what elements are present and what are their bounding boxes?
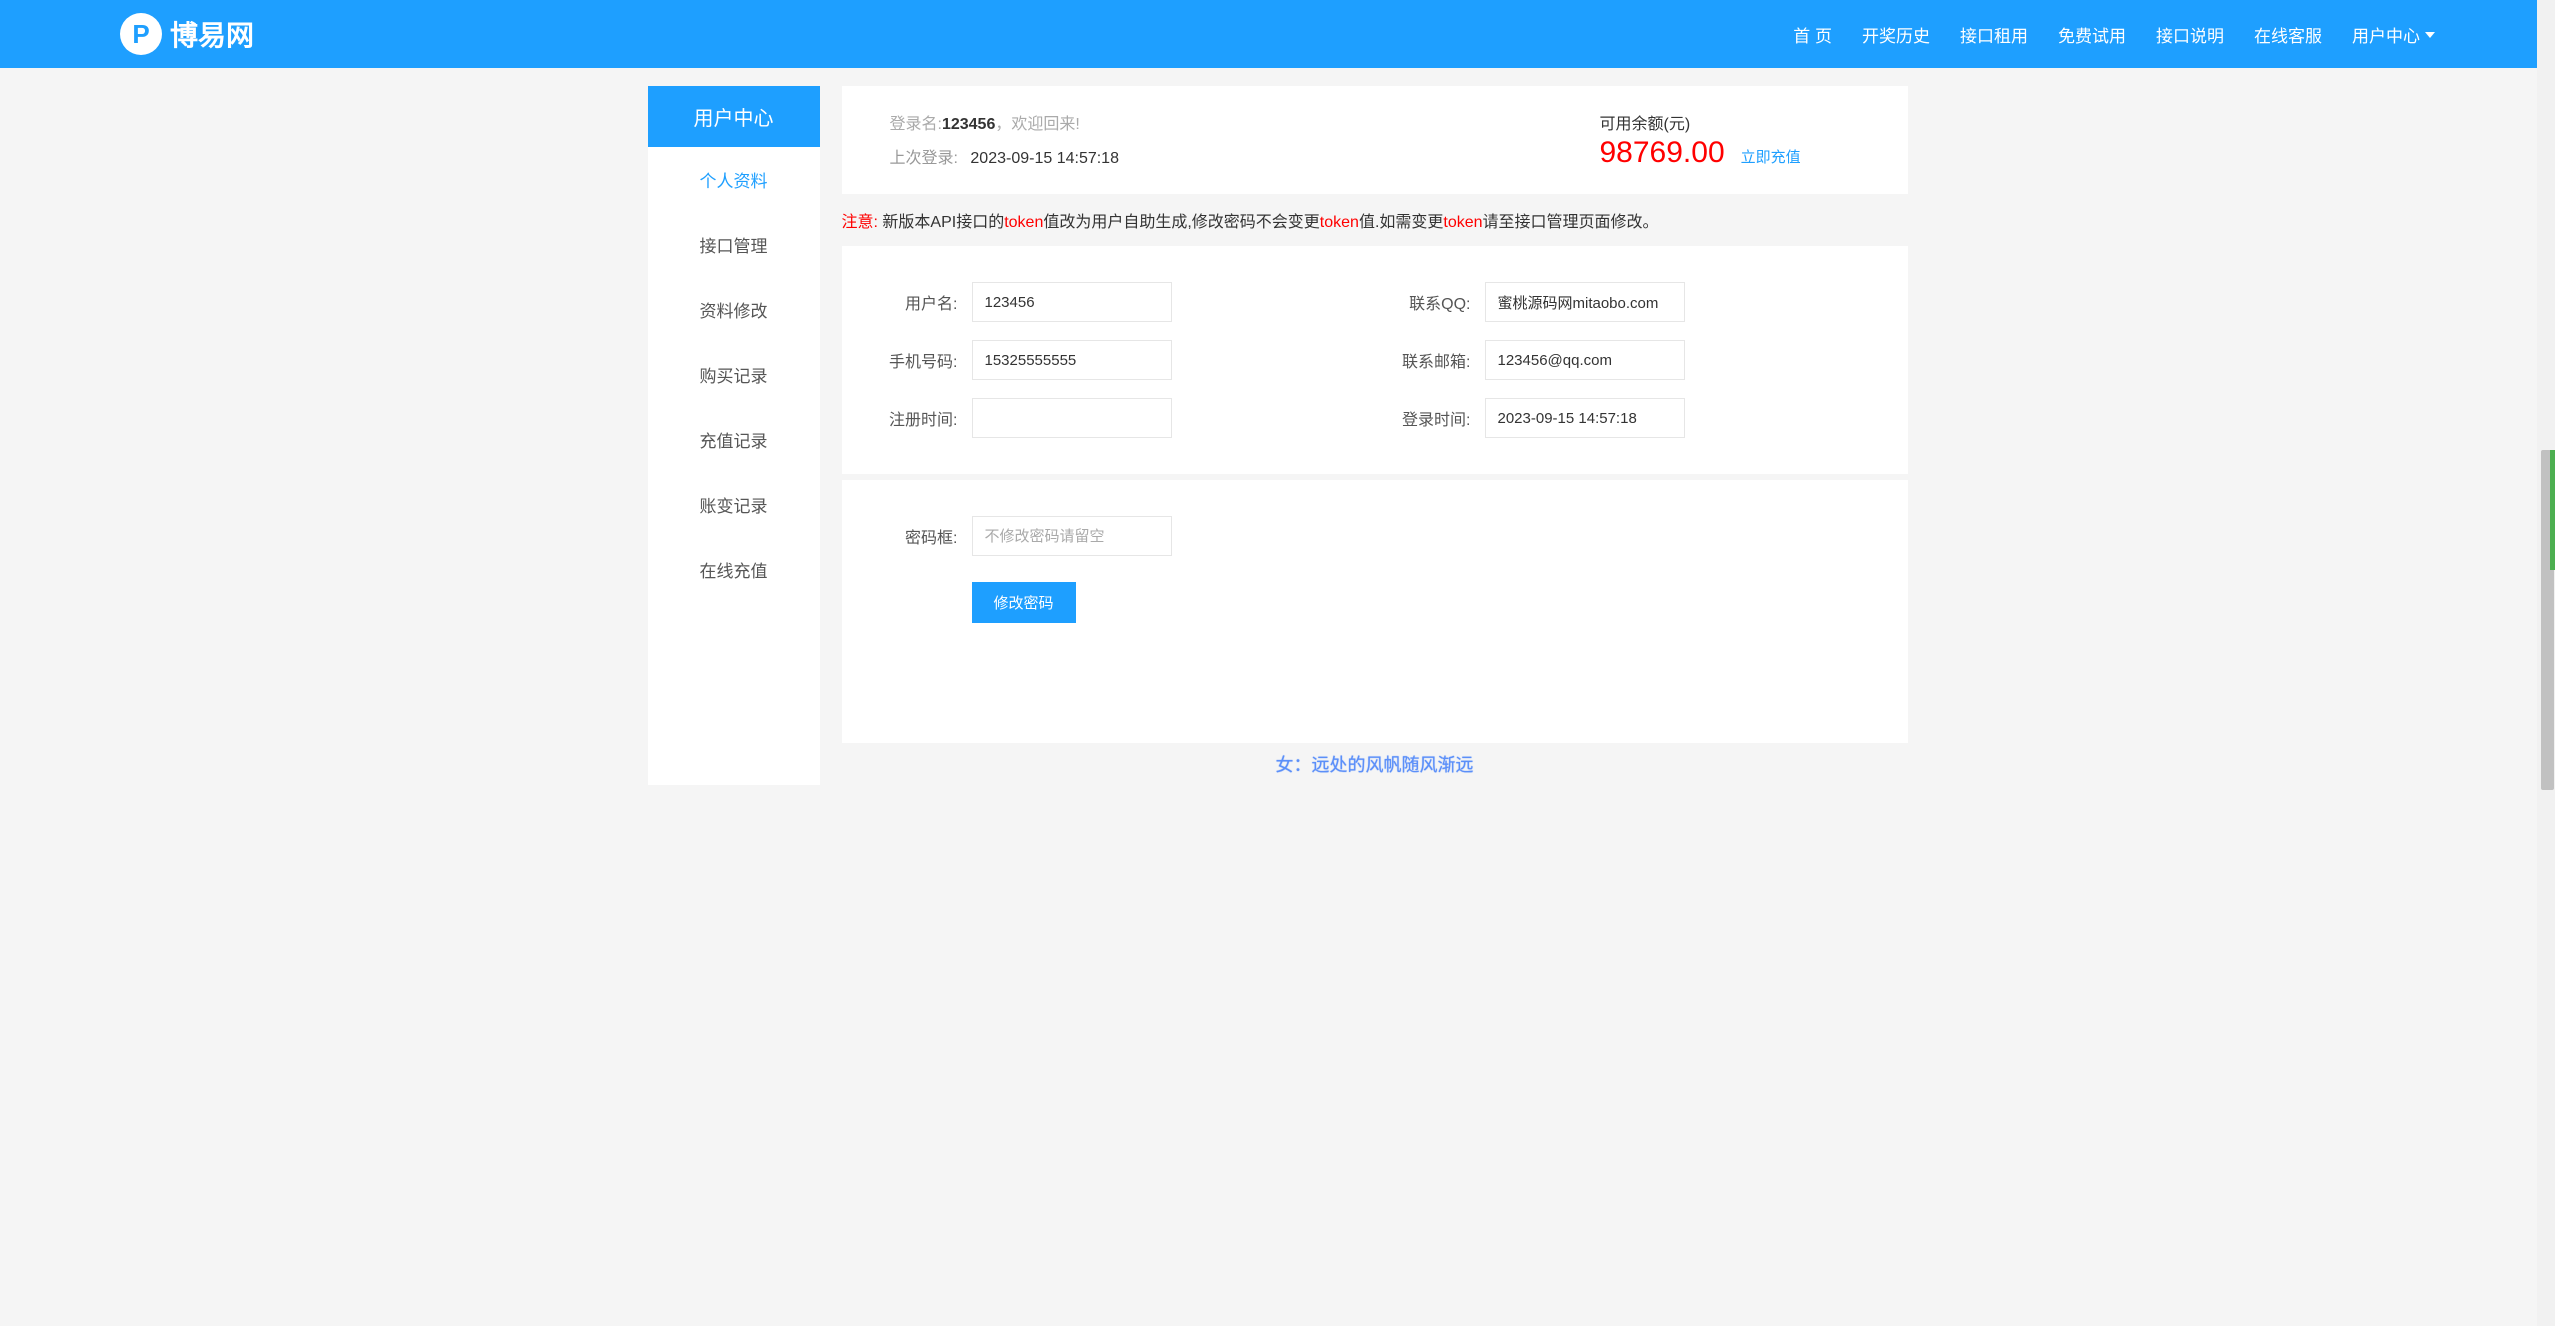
sidebar-item-recharge-history[interactable]: 充值记录 [648,407,820,472]
nav-support[interactable]: 在线客服 [2254,22,2322,47]
login-name-label: 登录名: [890,116,942,133]
phone-label: 手机号码: [862,348,972,372]
sidebar-item-purchase-history[interactable]: 购买记录 [648,342,820,407]
nav-history[interactable]: 开奖历史 [1862,22,1930,47]
main-container: 用户中心 个人资料 接口管理 资料修改 购买记录 充值记录 账变记录 在线充值 … [648,68,1908,803]
site-logo[interactable]: P 博易网 [120,13,254,55]
notice-bar: 注意: 新版本API接口的token值改为用户自助生成,修改密码不会变更toke… [842,200,1908,240]
profile-form-card: 用户名: 联系QQ: 手机号码: 联系邮箱: [842,246,1908,474]
nav-user-center-label: 用户中心 [2352,22,2420,47]
lyric-overlay: 女：远处的风帆随风渐远 [842,743,1908,785]
login-name-value: 123456 [942,116,995,133]
notice-token-2: token [1320,214,1359,231]
regtime-input[interactable] [972,398,1172,438]
notice-p1: 新版本API接口的 [882,214,1004,231]
main-content: 登录名:123456，欢迎回来! 上次登录: 2023-09-15 14:57:… [842,86,1908,785]
notice-p2: 值改为用户自助生成,修改密码不会变更 [1043,214,1319,231]
qq-label: 联系QQ: [1375,290,1485,314]
notice-label: 注意: [842,214,883,231]
notice-p3: 值.如需变更 [1359,214,1443,231]
regtime-label: 注册时间: [862,406,972,430]
balance-row: 98769.00 立即充值 [1600,136,1860,170]
last-login-line: 上次登录: 2023-09-15 14:57:18 [890,144,1600,168]
sidebar-item-profile[interactable]: 个人资料 [648,147,820,212]
sidebar-item-api-manage[interactable]: 接口管理 [648,212,820,277]
logo-icon: P [120,13,162,55]
site-name: 博易网 [170,14,254,54]
nav-user-center[interactable]: 用户中心 [2352,22,2435,47]
balance-label: 可用余额(元) [1600,110,1860,134]
notice-p4: 请至接口管理页面修改。 [1483,214,1659,231]
last-login-label: 上次登录: [890,150,958,167]
notice-token-1: token [1004,214,1043,231]
account-summary-card: 登录名:123456，欢迎回来! 上次登录: 2023-09-15 14:57:… [842,86,1908,194]
logintime-label: 登录时间: [1375,406,1485,430]
email-label: 联系邮箱: [1375,348,1485,372]
password-label: 密码框: [862,524,972,548]
last-login-value: 2023-09-15 14:57:18 [970,150,1119,167]
login-name-line: 登录名:123456，欢迎回来! [890,110,1600,134]
sidebar-item-account-changes[interactable]: 账变记录 [648,472,820,537]
nav-api-doc[interactable]: 接口说明 [2156,22,2224,47]
username-input[interactable] [972,282,1172,322]
phone-input[interactable] [972,340,1172,380]
balance-value: 98769.00 [1600,136,1725,170]
account-right: 可用余额(元) 98769.00 立即充值 [1600,110,1860,170]
nav-free-trial[interactable]: 免费试用 [2058,22,2126,47]
top-header: P 博易网 首 页 开奖历史 接口租用 免费试用 接口说明 在线客服 用户中心 [0,0,2555,68]
password-card: 密码框: 修改密码 [842,480,1908,743]
welcome-text: ，欢迎回来! [995,116,1079,133]
qq-input[interactable] [1485,282,1685,322]
change-password-button[interactable]: 修改密码 [972,582,1076,623]
chevron-down-icon [2425,32,2435,38]
notice-token-3: token [1443,214,1482,231]
account-left: 登录名:123456，欢迎回来! 上次登录: 2023-09-15 14:57:… [890,110,1600,170]
logintime-input[interactable] [1485,398,1685,438]
email-input[interactable] [1485,340,1685,380]
password-input[interactable] [972,516,1172,556]
sidebar-item-online-recharge[interactable]: 在线充值 [648,537,820,602]
top-nav: 首 页 开奖历史 接口租用 免费试用 接口说明 在线客服 用户中心 [1793,22,2435,47]
sidebar-item-edit-profile[interactable]: 资料修改 [648,277,820,342]
nav-rent[interactable]: 接口租用 [1960,22,2028,47]
scrollbar-track[interactable] [2537,0,2555,1326]
nav-home[interactable]: 首 页 [1793,22,1832,47]
sidebar-header: 用户中心 [648,86,820,147]
scrollbar-indicator [2550,450,2555,570]
username-label: 用户名: [862,290,972,314]
recharge-link[interactable]: 立即充值 [1741,146,1801,167]
sidebar: 用户中心 个人资料 接口管理 资料修改 购买记录 充值记录 账变记录 在线充值 [648,86,820,785]
